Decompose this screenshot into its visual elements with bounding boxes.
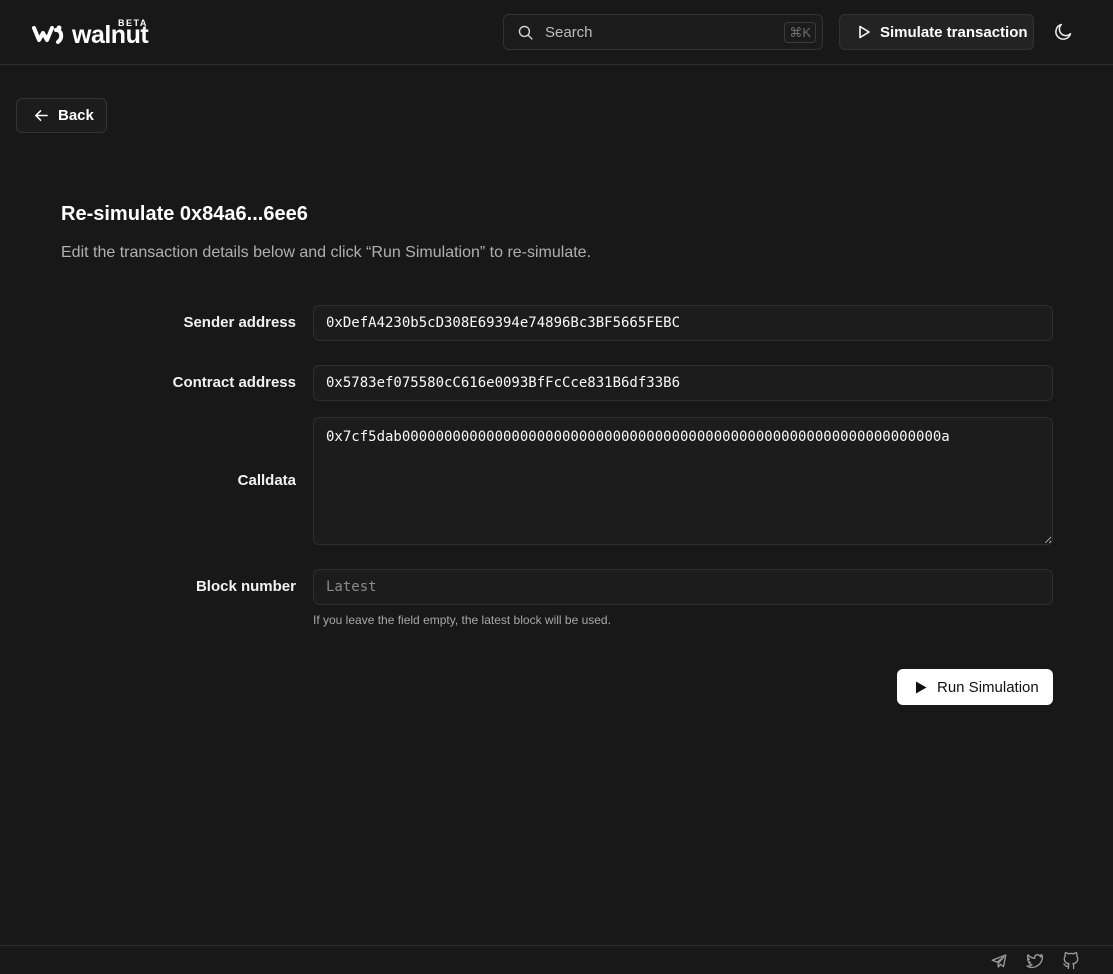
calldata-label: Calldata — [237, 472, 296, 489]
block-number-label: Block number — [195, 578, 296, 595]
beta-badge: BETA — [118, 18, 148, 28]
moon-icon[interactable] — [1053, 21, 1074, 42]
play-icon — [916, 681, 927, 693]
arrow-left-icon — [35, 110, 48, 121]
back-button[interactable]: Back — [16, 98, 107, 133]
top-header: walnut BETA Search ⌘K Simulate transacti… — [0, 0, 1113, 65]
walnut-logo[interactable]: walnut BETA — [32, 18, 149, 48]
run-simulation-button[interactable]: Run Simulation — [897, 669, 1053, 705]
play-outline-icon — [859, 25, 870, 39]
page-subtitle: Edit the transaction details below and c… — [61, 244, 592, 261]
contract-address-input[interactable] — [313, 365, 1053, 401]
telegram-icon[interactable] — [990, 952, 1008, 970]
search-shortcut-badge: ⌘K — [784, 22, 816, 43]
block-number-input[interactable] — [313, 569, 1053, 605]
simulate-transaction-button[interactable]: Simulate transaction — [839, 14, 1034, 50]
search-icon — [518, 25, 533, 40]
search-placeholder: Search — [545, 23, 593, 41]
sender-address-input[interactable] — [313, 305, 1053, 341]
walnut-logo-mark-icon — [32, 25, 64, 44]
run-simulation-label: Run Simulation — [937, 678, 1039, 696]
simulate-transaction-label: Simulate transaction — [880, 23, 1028, 41]
calldata-textarea[interactable]: 0x7cf5dab0000000000000000000000000000000… — [313, 417, 1053, 545]
contract-address-label: Contract address — [172, 374, 296, 391]
page-title: Re-simulate 0x84a6...6ee6 — [61, 203, 308, 225]
sender-address-label: Sender address — [183, 314, 296, 331]
back-label: Back — [58, 107, 94, 124]
search-box[interactable]: Search ⌘K — [503, 14, 823, 50]
footer — [0, 945, 1113, 974]
github-icon[interactable] — [1062, 952, 1080, 970]
twitter-icon[interactable] — [1026, 952, 1044, 970]
block-number-hint: If you leave the field empty, the latest… — [313, 613, 611, 627]
